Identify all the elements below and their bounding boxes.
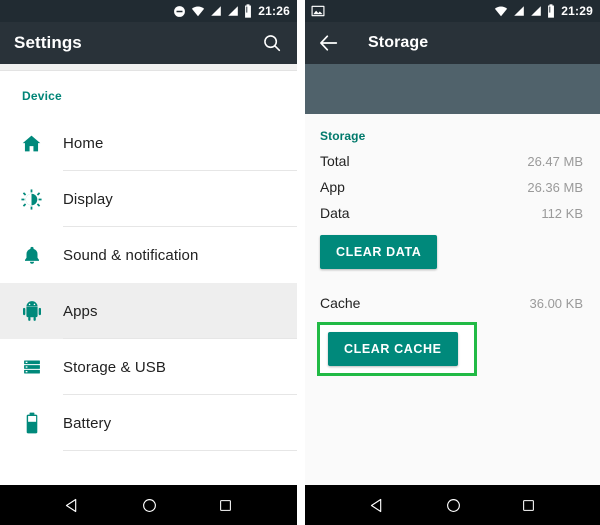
status-bar-right-icons: 21:29 (494, 4, 593, 18)
wifi-icon (495, 6, 508, 17)
sidebar-item-label: Sound & notification (63, 246, 199, 264)
battery-icon (548, 4, 555, 18)
row-value: 26.36 MB (527, 180, 583, 195)
clear-cache-button[interactable]: CLEAR CACHE (328, 332, 458, 366)
sidebar-item-storage-usb[interactable]: Storage & USB (0, 339, 297, 395)
storage-row-total: Total 26.47 MB (305, 153, 600, 169)
home-circle-icon[interactable] (141, 497, 158, 514)
row-value: 26.47 MB (527, 154, 583, 169)
android-nav-bar (305, 485, 600, 525)
recents-square-icon[interactable] (218, 498, 233, 513)
screenshot-image-icon (311, 5, 325, 17)
status-bar: 21:29 (305, 0, 600, 22)
dual-phone-screenshots: 21:26 Settings Device Home Display Sound… (0, 0, 600, 525)
status-bar-clock: 21:26 (258, 4, 290, 18)
status-bar: 21:26 (0, 0, 297, 22)
status-bar-right-icons: 21:26 (173, 4, 290, 18)
sidebar-item-label: Home (63, 134, 104, 152)
storage-row-cache: Cache 36.00 KB (305, 295, 600, 311)
home-circle-icon[interactable] (445, 497, 462, 514)
signal-icon (514, 6, 525, 16)
battery-icon (245, 4, 252, 18)
clear-data-button-wrapper: CLEAR DATA (305, 221, 600, 269)
right-phone-storage-screen: 21:29 Storage Storage Total 26.47 MB App… (300, 0, 600, 525)
icon-cell (0, 412, 63, 434)
signal-icon (228, 6, 239, 16)
row-value: 112 KB (541, 206, 583, 221)
android-nav-bar (0, 485, 297, 525)
brightness-icon (21, 188, 42, 210)
section-header-storage: Storage (320, 129, 366, 143)
row-label: Data (320, 205, 350, 221)
do-not-disturb-icon (174, 5, 186, 17)
sidebar-item-display[interactable]: Display (0, 171, 297, 227)
back-triangle-icon[interactable] (64, 497, 81, 514)
storage-toolbar: Storage (305, 22, 600, 64)
recents-square-icon[interactable] (521, 498, 536, 513)
sidebar-item-label: Battery (63, 414, 112, 432)
wifi-icon (192, 6, 205, 17)
sidebar-item-label: Apps (63, 302, 98, 320)
search-icon[interactable] (261, 32, 283, 54)
storage-icon (23, 360, 40, 374)
page-title: Settings (14, 33, 82, 52)
settings-toolbar: Settings (0, 22, 297, 64)
storage-row-data: Data 112 KB (305, 205, 600, 221)
status-bar-left-icons (311, 5, 494, 17)
settings-list: Home Display Sound & notification Apps S… (0, 115, 297, 451)
icon-cell (0, 301, 63, 321)
home-icon (22, 135, 41, 151)
icon-cell (0, 133, 63, 154)
clear-cache-highlight-box: CLEAR CACHE (317, 322, 477, 376)
sidebar-item-battery[interactable]: Battery (0, 395, 297, 451)
app-header-band (305, 64, 600, 114)
back-triangle-icon[interactable] (369, 497, 386, 514)
row-label: Total (320, 153, 350, 169)
row-value: 36.00 KB (529, 296, 584, 311)
icon-cell (0, 245, 63, 265)
bell-icon (24, 246, 39, 264)
storage-row-app: App 26.36 MB (305, 179, 600, 195)
icon-cell (0, 188, 63, 210)
clear-data-button[interactable]: CLEAR DATA (320, 235, 438, 269)
row-label: Cache (320, 295, 361, 311)
icon-cell (0, 357, 63, 377)
sidebar-item-label: Display (63, 190, 113, 208)
sidebar-item-sound-notification[interactable]: Sound & notification (0, 227, 297, 283)
row-label: App (320, 179, 345, 195)
list-scroll-edge (0, 64, 297, 71)
status-bar-clock: 21:29 (561, 4, 593, 18)
storage-content: Storage Total 26.47 MB App 26.36 MB Data… (305, 114, 600, 525)
left-phone-settings-screen: 21:26 Settings Device Home Display Sound… (0, 0, 300, 525)
sidebar-item-apps[interactable]: Apps (0, 283, 297, 339)
signal-icon (531, 6, 542, 16)
page-title: Storage (368, 34, 429, 51)
section-header-device: Device (22, 89, 62, 103)
sidebar-item-home[interactable]: Home (0, 115, 297, 171)
android-robot-icon (22, 301, 41, 321)
battery-icon (26, 412, 37, 434)
back-arrow-icon[interactable] (318, 32, 340, 54)
signal-icon (211, 6, 222, 16)
row-divider (63, 450, 297, 451)
sidebar-item-label: Storage & USB (63, 358, 167, 376)
